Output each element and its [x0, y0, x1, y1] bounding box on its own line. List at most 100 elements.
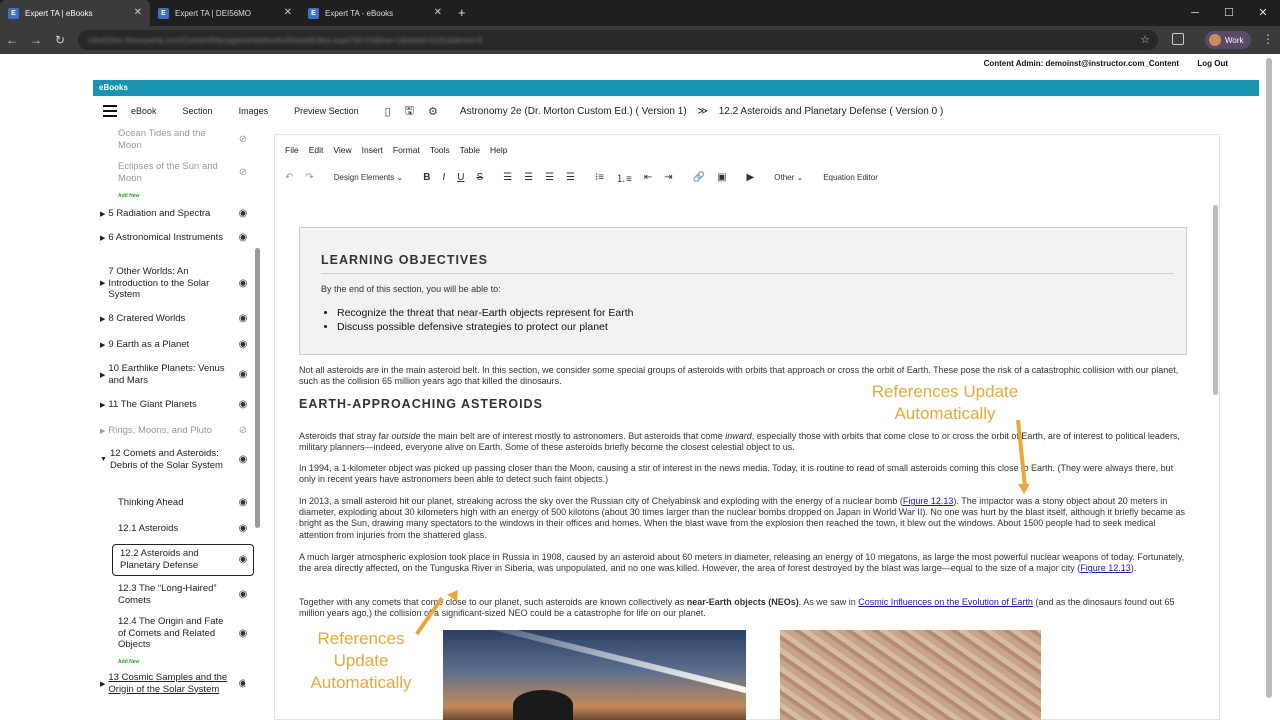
back-icon[interactable]: ← [0, 33, 24, 47]
caret-right-icon[interactable]: ▶ [100, 210, 105, 218]
chapter-link[interactable]: Cosmic Influences on the Evolution of Ea… [858, 597, 1033, 607]
eye-icon[interactable]: ◉ [236, 339, 250, 350]
hamburger-menu-icon[interactable] [103, 105, 117, 117]
bookmark-star-icon[interactable]: ☆ [1140, 33, 1150, 46]
sidebar-item[interactable]: ▶ 8 Cratered Worlds ◉ [100, 313, 250, 325]
minimize-icon[interactable]: ─ [1178, 0, 1212, 26]
book-icon[interactable]: ▯ [385, 105, 391, 118]
eye-slash-icon[interactable]: ⊘ [236, 167, 250, 178]
design-elements-dropdown[interactable]: Design Elements ⌄ [334, 173, 403, 182]
other-dropdown[interactable]: Other ⌄ [774, 173, 803, 182]
eye-icon[interactable]: ◉ [236, 454, 250, 465]
caret-right-icon[interactable]: ▶ [100, 401, 105, 409]
ebook-menu[interactable]: eBook [131, 106, 157, 116]
sidebar-item[interactable]: ▶ Rings, Moons, and Pluto ⊘ [100, 425, 250, 437]
figure-link[interactable]: Figure 12.13 [903, 496, 954, 506]
align-right-icon[interactable]: ☰ [545, 172, 554, 183]
media-icon[interactable]: ▶ [747, 172, 755, 183]
sidebar-item[interactable]: 12.3 The “Long-Haired” Comets ◉ [118, 583, 250, 606]
sidebar-item[interactable]: ▶ 5 Radiation and Spectra ◉ [100, 208, 250, 220]
eye-icon[interactable]: ◉ [236, 369, 250, 380]
eye-icon[interactable]: ◉ [236, 232, 250, 243]
browser-tab-3[interactable]: E Expert TA - eBooks ✕ [300, 0, 450, 26]
more-menu-icon[interactable]: ⋮ [1262, 32, 1274, 46]
align-justify-icon[interactable]: ☰ [566, 172, 575, 183]
undo-icon[interactable]: ↶ [285, 172, 293, 183]
menu-insert[interactable]: Insert [362, 145, 383, 155]
caret-down-icon[interactable]: ▼ [100, 456, 107, 463]
logout-link[interactable]: Log Out [1197, 59, 1228, 68]
sidebar-item[interactable]: Eclipses of the Sun and Moon ⊘ [118, 161, 250, 184]
eye-icon[interactable]: ◉ [236, 523, 250, 534]
tunguska-forest-image[interactable] [780, 630, 1041, 720]
sidebar-item[interactable]: 12.4 The Origin and Fate of Comets and R… [118, 616, 250, 651]
eye-icon[interactable]: ◉ [236, 589, 250, 600]
new-tab-button[interactable]: + [450, 0, 474, 26]
sidebar-item[interactable]: ▶ 13 Cosmic Samples and the Origin of th… [100, 672, 250, 695]
menu-format[interactable]: Format [393, 145, 420, 155]
indent-icon[interactable]: ⇥ [664, 172, 672, 183]
outdent-icon[interactable]: ⇤ [644, 172, 652, 183]
align-left-icon[interactable]: ☰ [503, 172, 512, 183]
menu-view[interactable]: View [333, 145, 351, 155]
close-icon[interactable]: ✕ [284, 7, 292, 18]
caret-right-icon[interactable]: ▶ [100, 341, 105, 349]
menu-tools[interactable]: Tools [430, 145, 450, 155]
page-scrollbar[interactable] [1266, 58, 1272, 698]
sidebar-item[interactable]: ▶ 9 Earth as a Planet ◉ [100, 339, 250, 351]
sidebar-scrollbar[interactable] [255, 248, 260, 528]
italic-icon[interactable]: I [442, 172, 445, 183]
sidebar-item[interactable]: Thinking Ahead ◉ [118, 497, 250, 509]
eye-icon[interactable]: ◉ [236, 313, 250, 324]
close-icon[interactable]: ✕ [434, 7, 442, 18]
numbered-list-icon[interactable]: ⒈≡ [616, 170, 632, 185]
menu-file[interactable]: File [285, 145, 299, 155]
sidebar-item-selected[interactable]: 12.2 Asteroids and Planetary Defense ◉ [118, 548, 250, 571]
add-new-link[interactable]: Add New [118, 659, 139, 665]
bold-icon[interactable]: B [423, 172, 430, 183]
add-new-link[interactable]: Add New [118, 193, 139, 199]
underline-icon[interactable]: U [457, 172, 464, 183]
caret-right-icon[interactable]: ▶ [100, 234, 105, 242]
menu-table[interactable]: Table [460, 145, 480, 155]
menu-edit[interactable]: Edit [309, 145, 324, 155]
sidebar-item[interactable]: ▶ 11 The Giant Planets ◉ [100, 399, 250, 411]
breadcrumb-book[interactable]: Astronomy 2e (Dr. Morton Custom Ed.) ( V… [460, 106, 687, 117]
images-menu[interactable]: Images [239, 106, 269, 116]
caret-right-icon[interactable]: ▶ [100, 680, 105, 688]
eye-icon[interactable]: ◉ [236, 554, 250, 565]
section-menu[interactable]: Section [183, 106, 213, 116]
url-field[interactable]: cdn62don.theexperta.com/ContentManagemen… [78, 30, 1158, 50]
eye-icon[interactable]: ◉ [236, 628, 250, 639]
eye-icon[interactable]: ◉ [236, 497, 250, 508]
eye-icon[interactable]: ◉ [236, 278, 250, 289]
gear-icon[interactable]: ⚙ [428, 105, 438, 118]
strikethrough-icon[interactable]: S [476, 172, 483, 183]
eye-slash-icon[interactable]: ⊘ [236, 134, 250, 145]
browser-tab-1[interactable]: E Expert TA | eBooks ✕ [0, 0, 150, 26]
eye-icon[interactable]: ◉ [236, 208, 250, 219]
eye-slash-icon[interactable]: ⊘ [236, 425, 250, 436]
sidebar-item[interactable]: ▼ 12 Comets and Asteroids: Debris of the… [100, 448, 250, 471]
menu-help[interactable]: Help [490, 145, 507, 155]
sidebar-item[interactable]: Ocean Tides and the Moon ⊘ [118, 128, 250, 151]
redo-icon[interactable]: ↷ [305, 172, 313, 183]
close-window-icon[interactable]: ✕ [1246, 0, 1280, 26]
bullet-list-icon[interactable]: ⁝≡ [595, 172, 604, 183]
save-icon[interactable]: 🖫 [405, 102, 414, 121]
preview-section-button[interactable]: Preview Section [294, 106, 359, 116]
caret-right-icon[interactable]: ▶ [100, 371, 105, 379]
figure-link[interactable]: Figure 12.13 [1080, 563, 1131, 573]
extensions-icon[interactable] [1172, 33, 1184, 45]
editor-scrollbar[interactable] [1213, 205, 1218, 395]
sidebar-item[interactable]: 12.1 Asteroids ◉ [118, 523, 250, 535]
link-icon[interactable]: 🔗 [693, 172, 705, 183]
browser-tab-2[interactable]: E Expert TA | DEI56MO ✕ [150, 0, 300, 26]
chelyabinsk-meteor-image[interactable] [443, 630, 746, 720]
reload-icon[interactable]: ↻ [48, 33, 72, 47]
equation-editor-button[interactable]: Equation Editor [823, 173, 878, 182]
forward-icon[interactable]: → [24, 33, 48, 47]
align-center-icon[interactable]: ☰ [524, 172, 533, 183]
image-icon[interactable]: ▣ [717, 172, 726, 183]
eye-icon[interactable]: ◉ [236, 399, 250, 410]
